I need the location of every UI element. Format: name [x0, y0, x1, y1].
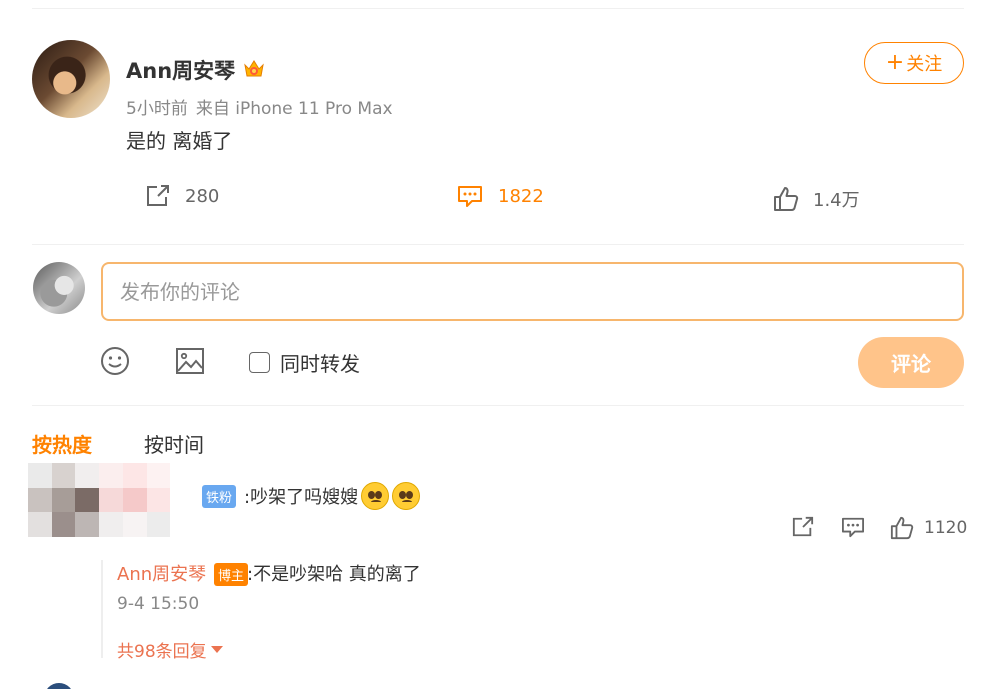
pleading-emoji-icon	[361, 482, 390, 510]
thumbs-up-icon	[890, 516, 914, 540]
vip-crown-icon[interactable]	[242, 57, 266, 79]
fan-badge: 铁粉	[202, 485, 237, 508]
comment-content: :吵架了吗嫂嫂	[244, 482, 421, 510]
comment-like-action[interactable]: 1120	[890, 516, 967, 540]
comment-input[interactable]	[101, 262, 964, 321]
comment-action[interactable]: 1822	[456, 184, 544, 208]
tab-sort-time[interactable]: 按时间	[144, 429, 204, 458]
tab-sort-hot[interactable]: 按热度	[32, 429, 92, 458]
follow-button[interactable]: + 关注	[864, 42, 964, 84]
reply-text: :不是吵架哈 真的离了	[247, 564, 421, 585]
repost-count: 280	[185, 185, 220, 207]
comment-icon	[842, 517, 864, 538]
reply-time: 9-4 15:50	[117, 594, 200, 614]
repost-icon	[792, 516, 814, 537]
post-time[interactable]: 5小时前	[126, 99, 188, 119]
author-avatar[interactable]	[32, 40, 110, 118]
reply-author[interactable]: Ann周安琴	[117, 560, 206, 586]
repost-action[interactable]: 280	[145, 184, 219, 208]
image-icon[interactable]	[175, 346, 205, 376]
repost-toggle-label: 同时转发	[280, 352, 360, 376]
follow-label: 关注	[906, 54, 943, 75]
comment-text: :吵架了吗嫂嫂	[244, 487, 359, 508]
more-replies-link[interactable]: 共98条回复	[117, 637, 223, 662]
reply-thread-line	[101, 560, 103, 658]
comment-reply-action[interactable]	[840, 516, 866, 538]
post-meta: 5小时前 来自 iPhone 11 Pro Max	[126, 94, 401, 119]
post-divider	[32, 244, 964, 245]
my-avatar[interactable]	[33, 262, 85, 314]
comment-count: 1822	[498, 185, 544, 207]
like-action[interactable]: 1.4万	[773, 186, 860, 212]
next-comment-avatar[interactable]	[44, 683, 74, 689]
comment-like-count: 1120	[924, 518, 968, 538]
more-replies-label: 共98条回复	[117, 642, 207, 662]
comment-repost-action[interactable]	[791, 516, 815, 538]
repost-checkbox[interactable]	[249, 352, 270, 373]
like-count: 1.4万	[813, 190, 860, 211]
repost-toggle[interactable]: 同时转发	[249, 348, 360, 377]
submit-comment-button[interactable]: 评论	[858, 337, 964, 388]
thumbs-up-icon	[774, 187, 799, 211]
compose-divider	[32, 405, 964, 406]
plus-icon: +	[885, 50, 905, 75]
post-source: 来自 iPhone 11 Pro Max	[195, 99, 393, 119]
author-name[interactable]: Ann周安琴	[126, 55, 235, 85]
caret-down-icon	[210, 646, 223, 653]
emoji-icon[interactable]	[100, 346, 130, 376]
repost-icon	[147, 185, 169, 206]
host-badge: 博主	[214, 563, 249, 586]
comment-icon	[458, 186, 482, 207]
blurred-commenter	[28, 463, 194, 537]
post-content: 是的 离婚了	[126, 129, 233, 153]
top-divider	[32, 8, 964, 9]
pleading-emoji-icon	[392, 482, 421, 510]
